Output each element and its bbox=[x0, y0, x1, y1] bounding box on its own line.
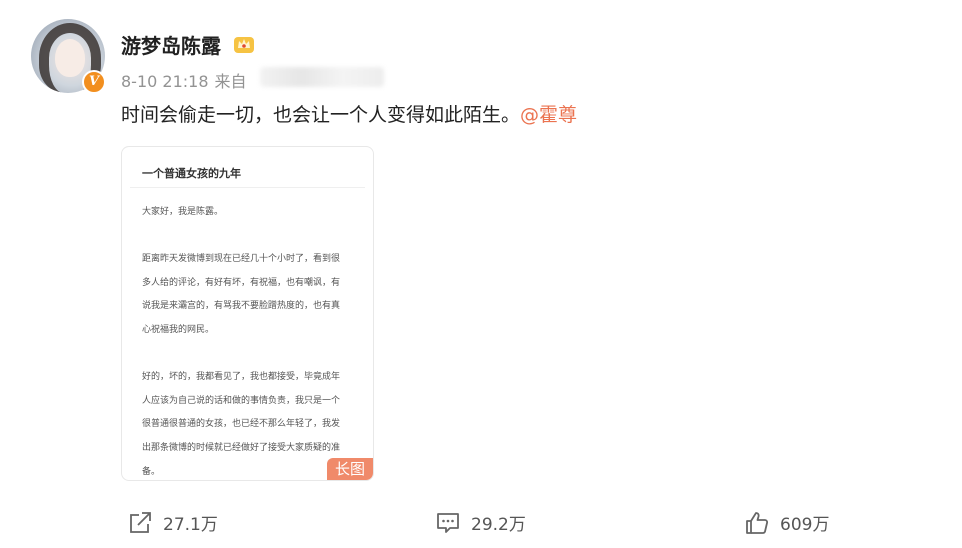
crown-icon bbox=[234, 37, 254, 53]
verified-badge-icon: V bbox=[82, 70, 106, 94]
avatar-face bbox=[55, 39, 85, 77]
card-line: 大家好，我是陈露。 bbox=[142, 207, 224, 217]
card-body: 大家好，我是陈露。 距离昨天发微博到现在已经几十个小时了，看到很 多人给的评论，… bbox=[142, 201, 357, 480]
like-count: 609万 bbox=[780, 515, 830, 535]
mention-link[interactable]: @霍尊 bbox=[520, 104, 577, 126]
long-image-card[interactable]: 一个普通女孩的九年 大家好，我是陈露。 距离昨天发微博到现在已经几十个小时了，看… bbox=[121, 146, 374, 481]
post-text: 时间会偷走一切，也会让一个人变得如此陌生。@霍尊 bbox=[121, 100, 577, 127]
card-line bbox=[142, 225, 357, 249]
share-count: 27.1万 bbox=[163, 515, 218, 535]
comment-icon bbox=[437, 512, 459, 533]
comment-button[interactable]: 29.2万 bbox=[435, 510, 526, 535]
card-line: 说我是来灞宫的，有骂我不要脸蹭热度的，也有真 bbox=[142, 301, 341, 312]
card-line: 备。 bbox=[142, 466, 161, 477]
card-line: 多人给的评论，有好有坏，有祝福，也有嘲讽，有 bbox=[142, 277, 341, 288]
card-title: 一个普通女孩的九年 bbox=[142, 167, 241, 180]
card-line: 人应该为自己说的话和做的事情负责，我只是一个 bbox=[142, 395, 341, 406]
thumbs-up-icon bbox=[746, 511, 769, 534]
post-meta: 8-10 21:18 来自 bbox=[121, 68, 253, 92]
post-text-body: 时间会偷走一切，也会让一个人变得如此陌生。 bbox=[121, 104, 521, 126]
card-divider bbox=[130, 187, 365, 188]
long-image-badge: 长图 bbox=[327, 458, 373, 480]
card-line: 很普通很普通的女孩，也已经不那么年轻了，我发 bbox=[142, 419, 341, 430]
post-timestamp[interactable]: 8-10 21:18 bbox=[121, 72, 209, 91]
blurred-source bbox=[260, 67, 384, 87]
post-source-prefix: 来自 bbox=[214, 72, 247, 91]
share-button[interactable]: 27.1万 bbox=[127, 510, 218, 535]
card-line: 出那条微博的时候就已经做好了接受大家质疑的准 bbox=[142, 442, 341, 453]
card-line bbox=[142, 343, 357, 367]
like-button[interactable]: 609万 bbox=[744, 510, 829, 535]
share-icon bbox=[130, 511, 151, 533]
card-line: 好的，坏的，我都看见了，我也都接受，毕竟成年 bbox=[142, 372, 341, 383]
username[interactable]: 游梦岛陈露 bbox=[121, 30, 221, 59]
card-line: 心祝福我的网民。 bbox=[142, 324, 215, 335]
comment-count: 29.2万 bbox=[471, 515, 526, 535]
card-line: 距离昨天发微博到现在已经几十个小时了，看到很 bbox=[142, 254, 341, 265]
